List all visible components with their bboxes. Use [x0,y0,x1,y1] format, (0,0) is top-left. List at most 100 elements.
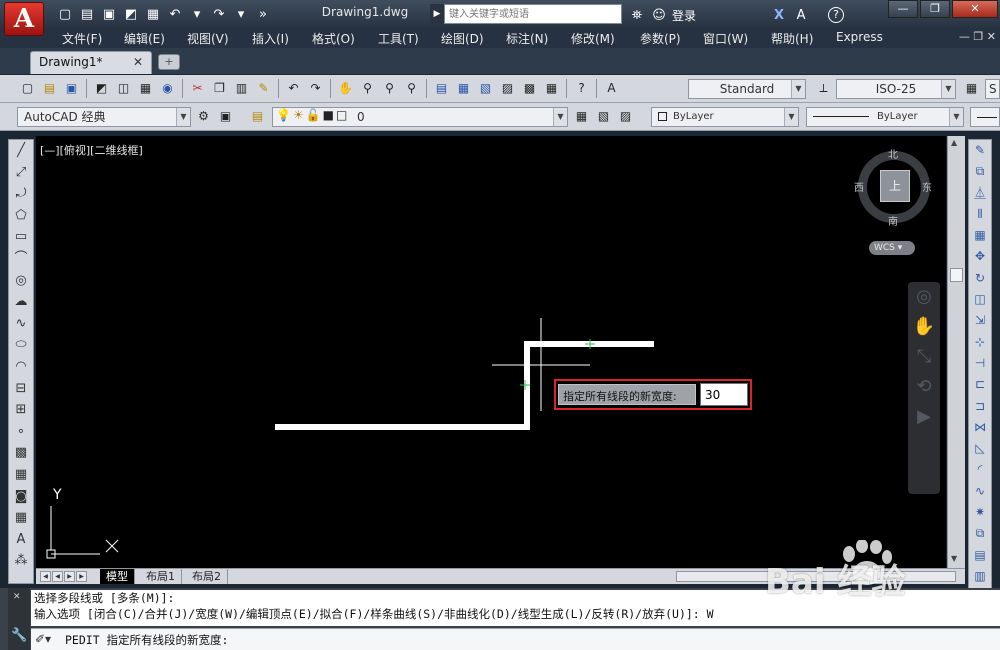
pan-icon[interactable]: ✋ [336,79,355,98]
a360-icon[interactable]: A [792,8,810,23]
qat-redo-icon[interactable]: ↷ [210,6,228,24]
restore-button[interactable]: ❐ [920,0,950,18]
ellipse-icon[interactable]: ⬭ [9,334,33,356]
spline-icon[interactable]: ∿ [9,313,33,335]
array-icon[interactable]: ▦ [969,225,991,246]
new-tab-button[interactable]: + [158,54,180,70]
close-command-line-icon[interactable]: ✕ [13,592,21,602]
save-icon[interactable]: ▣ [62,79,81,98]
erase-icon[interactable]: ✎ [969,140,991,161]
offset-icon[interactable]: ⫴ [969,204,991,225]
scale-icon[interactable]: ◫ [969,289,991,310]
table-style-icon[interactable]: ▦ [962,79,981,98]
menu-item-2[interactable]: 视图(V) [187,30,229,47]
binoculars-icon[interactable]: ⛯ [628,8,646,23]
design-center-icon[interactable]: ▦ [454,79,473,98]
compass-north[interactable]: 北 [888,146,898,161]
mdi-controls[interactable]: — ❐ ✕ [959,30,996,43]
tab-model[interactable]: 模型 [100,569,135,584]
arc-icon[interactable]: ⌒ [9,248,33,270]
search-expand-icon[interactable]: ▶ [430,4,444,24]
compass-west[interactable]: 西 [854,179,864,194]
sheet-set-icon[interactable]: ▨ [498,79,517,98]
app-menu-logo[interactable]: A [4,2,44,36]
multiline-text-icon[interactable]: A [9,529,33,551]
menu-item-5[interactable]: 工具(T) [378,30,419,47]
zoom-extents-icon[interactable]: ⤡ [908,342,940,372]
menu-item-3[interactable]: 插入(I) [252,30,289,47]
workspace-select[interactable]: AutoCAD 经典 ▼ [17,107,191,127]
lineweight-select[interactable] [970,107,1000,127]
workspace-settings-icon[interactable]: ▣ [216,107,235,126]
rectangle-icon[interactable]: ▭ [9,226,33,248]
command-input[interactable] [65,631,785,648]
properties-icon[interactable]: ▤ [432,79,451,98]
text-style-select[interactable]: Standard ▼ [688,79,806,99]
search-input[interactable] [444,4,622,24]
layer-previous-icon[interactable]: ▧ [594,107,613,126]
print-preview-icon[interactable]: ◫ [114,79,133,98]
dynamic-input-field[interactable] [700,383,748,406]
menu-item-7[interactable]: 标注(N) [506,30,548,47]
insert-block-icon[interactable]: ⊟ [9,378,33,400]
region-icon[interactable]: ◙ [9,486,33,508]
paste-icon[interactable]: ▥ [232,79,251,98]
qat-more-icon[interactable]: » [254,6,272,24]
command-prompt-icon[interactable]: ✐▾ [35,632,51,646]
showmotion-icon[interactable]: ▶ [908,402,940,432]
rotate-icon[interactable]: ↻ [969,268,991,289]
menu-item-8[interactable]: 修改(M) [571,30,615,47]
copy-icon[interactable]: ❐ [210,79,229,98]
chamfer-icon[interactable]: ◺ [969,438,991,459]
qat-redo-dropdown-icon[interactable]: ▾ [232,6,250,24]
calculator-icon[interactable]: ▦ [542,79,561,98]
next-tab-icon[interactable]: ▶ [64,571,75,582]
lock-icon[interactable]: 🔓 [306,108,321,122]
dim-style-icon[interactable]: ⟂ [814,79,833,98]
close-button[interactable]: ✕ [952,0,998,18]
blend-curves-icon[interactable]: ∿ [969,481,991,502]
qat-save-icon[interactable]: ▣ [100,6,118,24]
stretch-icon[interactable]: ⇲ [969,310,991,331]
menu-item-9[interactable]: 参数(P) [640,30,681,47]
document-tab[interactable]: Drawing1* ✕ [30,51,152,74]
first-tab-icon[interactable]: ◀ [40,571,51,582]
add-selected-icon[interactable]: ⁂ [9,550,33,572]
qat-save-as-icon[interactable]: ◩ [122,6,140,24]
ellipse-arc-icon[interactable]: ◠ [9,356,33,378]
user-icon[interactable]: ☺ [650,8,668,23]
mirror-icon[interactable]: ⏅ [969,183,991,204]
vertical-scrollbar[interactable]: ▲ ▼ [947,136,965,568]
make-current-layer-icon[interactable]: ▦ [572,107,591,126]
text-style-icon[interactable]: A [602,79,621,98]
lightbulb-icon[interactable]: 💡 [276,108,291,122]
color-select[interactable]: ByLayer ▼ [651,107,799,127]
polygon-icon[interactable]: ⬠ [9,205,33,227]
layer-color-icon[interactable]: ■ [323,108,334,122]
copy-object-icon[interactable]: ⧉ [969,161,991,182]
close-tab-icon[interactable]: ✕ [133,55,143,69]
trim-icon[interactable]: ⊹ [969,332,991,353]
menu-item-12[interactable]: Express [836,30,883,44]
scroll-thumb[interactable] [950,268,963,282]
publish-icon[interactable]: ▦ [136,79,155,98]
extend-icon[interactable]: ⊣ [969,353,991,374]
tool-palettes-icon[interactable]: ▧ [476,79,495,98]
login-link[interactable]: 登录 [672,7,696,24]
dim-style-select[interactable]: ISO-25 ▼ [836,79,956,99]
menu-item-6[interactable]: 绘图(D) [441,30,484,47]
point-icon[interactable]: ∘ [9,421,33,443]
wcs-menu-button[interactable]: WCS ▾ [869,241,915,255]
layer-properties-icon[interactable]: ▤ [248,107,267,126]
move-icon[interactable]: ✥ [969,246,991,267]
qat-new-icon[interactable]: ▢ [56,6,74,24]
qat-print-icon[interactable]: ▦ [144,6,162,24]
table-style-select[interactable]: S [985,79,1000,99]
menu-item-10[interactable]: 窗口(W) [703,30,748,47]
circle-icon[interactable]: ◎ [9,270,33,292]
steering-wheel-icon[interactable]: ◎ [908,282,940,312]
qat-open-icon[interactable]: ▤ [78,6,96,24]
undo-icon[interactable]: ↶ [284,79,303,98]
table-icon[interactable]: ▦ [9,507,33,529]
print-icon[interactable]: ◩ [92,79,111,98]
